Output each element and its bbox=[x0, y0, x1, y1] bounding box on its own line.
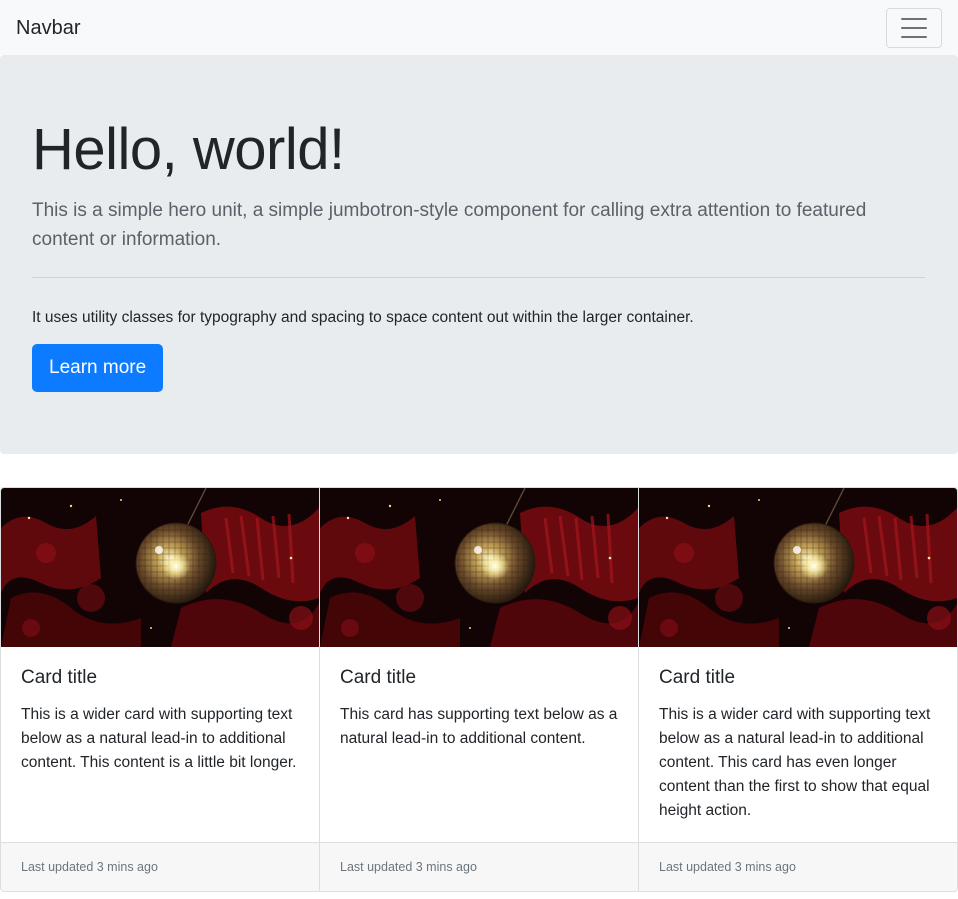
card-body: Card title This card has supporting text… bbox=[320, 647, 638, 842]
card: Card title This card has supporting text… bbox=[320, 488, 639, 891]
card-body: Card title This is a wider card with sup… bbox=[639, 647, 957, 842]
card-title: Card title bbox=[21, 667, 98, 688]
card-footer: Last updated 3 mins ago bbox=[320, 842, 638, 891]
navbar: Navbar bbox=[0, 0, 958, 55]
card-footer: Last updated 3 mins ago bbox=[639, 842, 957, 891]
card-image-disco-ball bbox=[639, 488, 957, 647]
jumbotron-heading: Hello, world! bbox=[32, 117, 345, 182]
hamburger-menu-icon-bar bbox=[901, 35, 927, 38]
jumbotron: Hello, world! This is a simple hero unit… bbox=[0, 55, 958, 454]
card-group: Card title This is a wider card with sup… bbox=[0, 487, 958, 892]
card: Card title This is a wider card with sup… bbox=[1, 488, 320, 891]
card: Card title This is a wider card with sup… bbox=[639, 488, 957, 891]
card-body: Card title This is a wider card with sup… bbox=[1, 647, 319, 842]
navbar-brand[interactable]: Navbar bbox=[16, 18, 80, 38]
card-text: This card has supporting text below as a… bbox=[340, 705, 618, 747]
hamburger-menu-icon bbox=[901, 17, 927, 20]
card-text: This is a wider card with supporting tex… bbox=[659, 705, 931, 819]
jumbotron-lead: This is a simple hero unit, a simple jum… bbox=[32, 199, 867, 251]
jumbotron-body-text: It uses utility classes for typography a… bbox=[32, 308, 694, 326]
card-text: This is a wider card with supporting tex… bbox=[21, 705, 297, 771]
card-footer-text: Last updated 3 mins ago bbox=[340, 860, 477, 874]
card-title: Card title bbox=[659, 667, 736, 688]
learn-more-button[interactable]: Learn more bbox=[32, 343, 164, 392]
jumbotron-divider bbox=[32, 276, 925, 278]
card-footer: Last updated 3 mins ago bbox=[1, 842, 319, 891]
card-footer-text: Last updated 3 mins ago bbox=[21, 860, 158, 874]
navbar-toggler-button[interactable] bbox=[886, 7, 942, 48]
card-image-disco-ball bbox=[1, 488, 319, 647]
card-title: Card title bbox=[340, 667, 417, 688]
hamburger-menu-icon-bar bbox=[901, 26, 927, 29]
card-image-disco-ball bbox=[320, 488, 638, 647]
card-footer-text: Last updated 3 mins ago bbox=[659, 860, 796, 874]
